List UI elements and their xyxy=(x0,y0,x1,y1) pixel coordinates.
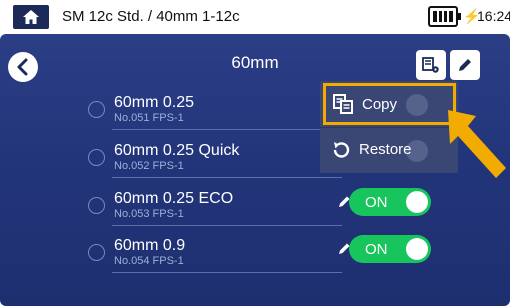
menu-divider xyxy=(320,127,458,128)
radio-button[interactable] xyxy=(88,244,105,261)
status-bar: SM 12c Std. / 40mm 1-12c ⚡ 16:24 xyxy=(0,0,510,34)
toggle-label: ON xyxy=(365,241,388,258)
copy-label: Copy xyxy=(362,96,398,113)
divider xyxy=(112,272,342,273)
copy-menu-item[interactable]: Copy xyxy=(323,83,456,125)
toggle-label: ON xyxy=(365,194,388,211)
divider xyxy=(112,129,342,130)
radio-button[interactable] xyxy=(88,149,105,166)
item-number: No.052 FPS-1 xyxy=(114,160,184,172)
status-title: SM 12c Std. / 40mm 1-12c xyxy=(62,8,240,25)
edit-button[interactable] xyxy=(450,50,480,80)
toggle-knob xyxy=(406,191,428,213)
battery-icon xyxy=(428,6,461,27)
item-name: 60mm 0.25 ECO xyxy=(114,190,234,207)
item-name: 60mm 0.25 Quick xyxy=(114,142,240,159)
settings-button[interactable] xyxy=(416,50,446,80)
item-name: 60mm 0.25 xyxy=(114,94,195,111)
status-time: 16:24 xyxy=(477,8,510,24)
settings-icon xyxy=(422,57,439,73)
radio-button[interactable] xyxy=(88,101,105,118)
divider xyxy=(112,177,342,178)
toggle-knob xyxy=(406,238,428,260)
restore-icon xyxy=(333,142,350,158)
radio-button[interactable] xyxy=(88,197,105,214)
home-button[interactable] xyxy=(13,5,49,29)
item-number: No.053 FPS-1 xyxy=(114,208,184,220)
divider xyxy=(112,225,342,226)
list-item[interactable]: 60mm 0.25 ECO No.053 FPS-1 xyxy=(82,186,510,226)
home-icon xyxy=(23,10,39,24)
toggle-switch[interactable]: ON xyxy=(349,235,431,263)
main-screen: 60mm 60mm 0.25 No.051 FPS-1 60mm 0.25 Qu… xyxy=(0,34,510,306)
context-menu: Copy Restore xyxy=(320,81,458,173)
list-item[interactable]: 60mm 0.9 No.054 FPS-1 xyxy=(82,233,510,273)
copy-icon xyxy=(333,94,353,114)
item-number: No.054 FPS-1 xyxy=(114,255,184,267)
pointer-arrow-icon xyxy=(448,110,506,178)
edit-icon xyxy=(459,59,471,71)
item-name: 60mm 0.9 xyxy=(114,237,186,254)
restore-menu-item[interactable]: Restore xyxy=(323,129,456,171)
toggle-switch[interactable]: ON xyxy=(349,188,431,216)
restore-label: Restore xyxy=(359,141,412,158)
item-number: No.051 FPS-1 xyxy=(114,112,184,124)
